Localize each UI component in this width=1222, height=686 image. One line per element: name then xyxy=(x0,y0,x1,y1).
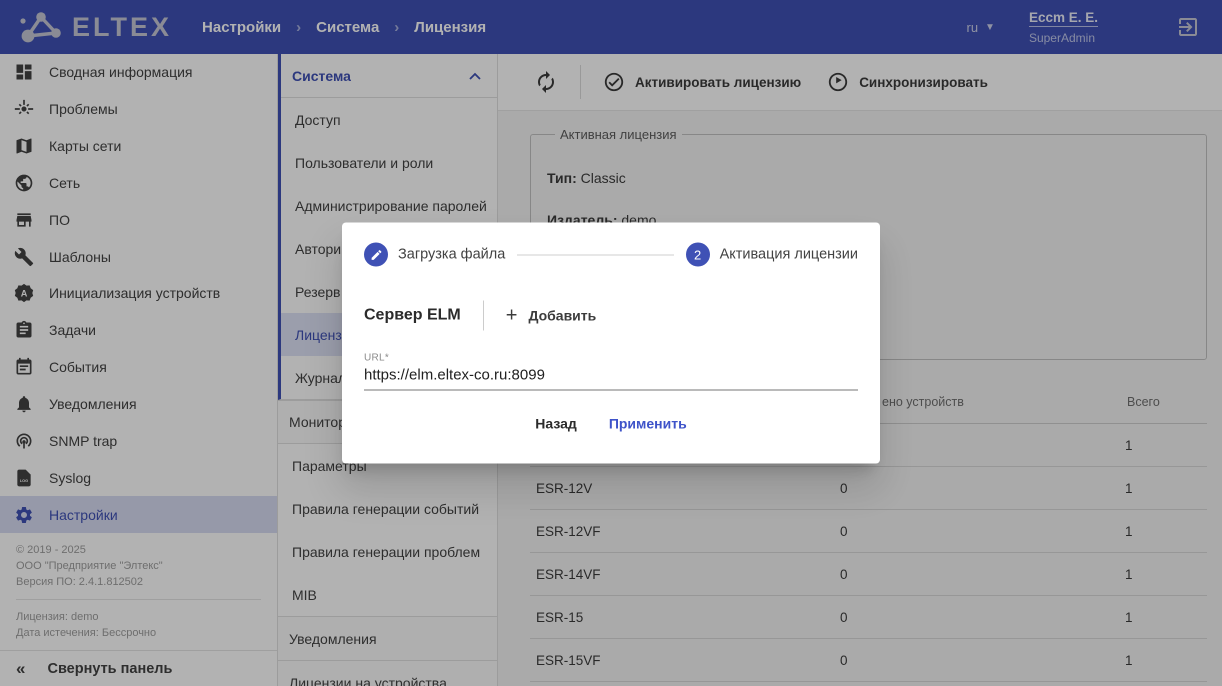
step-upload-file: Загрузка файла xyxy=(364,243,505,267)
url-field: URL* xyxy=(364,353,858,391)
step-number: 2 xyxy=(686,243,710,267)
step-activate-license: 2 Активация лицензии xyxy=(686,243,858,267)
add-server-label: Добавить xyxy=(528,308,596,324)
step-label: Загрузка файла xyxy=(398,247,505,263)
back-button[interactable]: Назад xyxy=(521,408,591,440)
server-tabs-row: Сервер ELM + Добавить xyxy=(364,301,858,331)
step-label: Активация лицензии xyxy=(720,247,858,263)
plus-icon: + xyxy=(506,304,518,327)
dialog-actions: Назад Применить xyxy=(364,408,858,440)
license-activation-dialog: Загрузка файла 2 Активация лицензии Серв… xyxy=(342,223,880,464)
add-server-button[interactable]: + Добавить xyxy=(506,304,597,327)
url-field-label: URL* xyxy=(364,353,858,364)
stepper: Загрузка файла 2 Активация лицензии xyxy=(364,243,858,267)
url-input[interactable] xyxy=(364,364,858,391)
tab-elm-server[interactable]: Сервер ELM xyxy=(364,307,461,325)
apply-button[interactable]: Применить xyxy=(595,408,701,440)
step-connector xyxy=(517,254,673,255)
edit-icon xyxy=(364,243,388,267)
tab-divider xyxy=(483,301,484,331)
